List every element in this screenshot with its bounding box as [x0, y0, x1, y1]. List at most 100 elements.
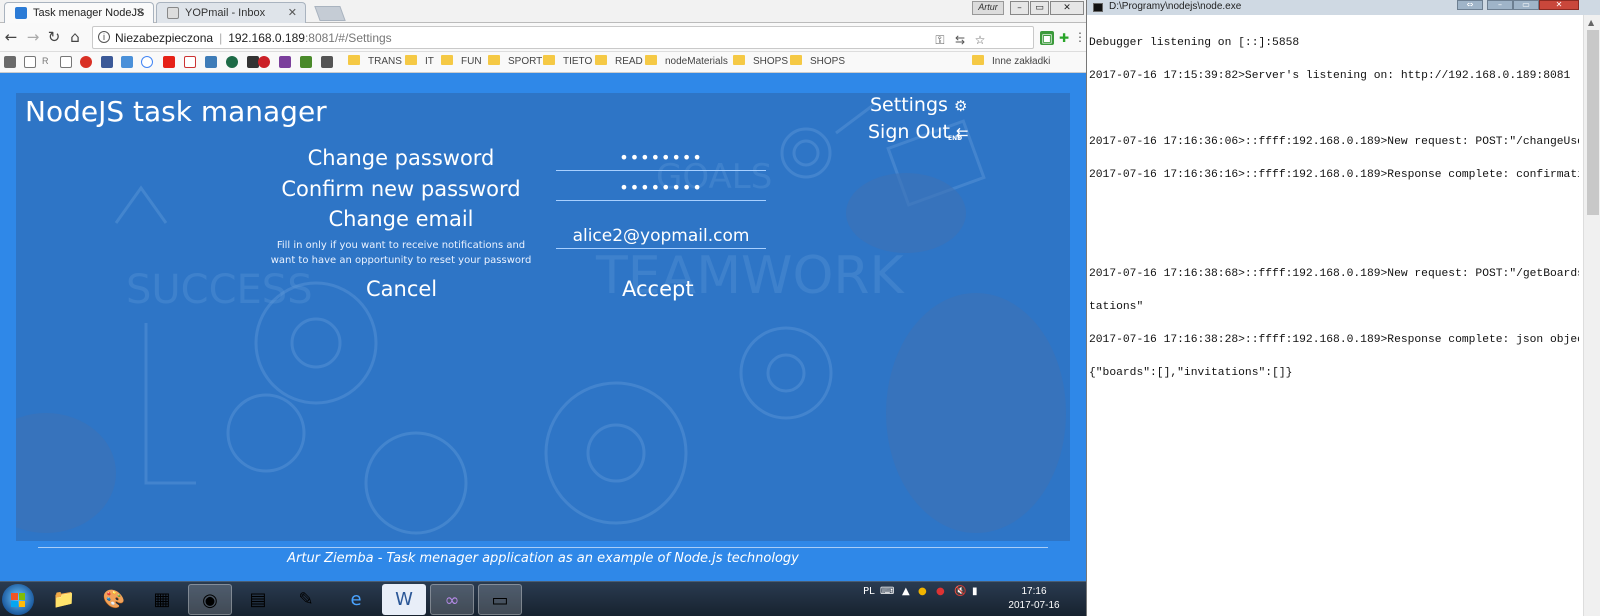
apps-icon[interactable] — [4, 56, 16, 68]
gmail-icon[interactable] — [184, 56, 196, 68]
ie-taskbar-icon[interactable]: e — [334, 584, 378, 615]
word-taskbar-icon[interactable]: W — [382, 584, 426, 615]
volume-muted-icon[interactable]: 🔇 — [954, 586, 966, 597]
scroll-up-icon[interactable]: ▲ — [1588, 18, 1594, 27]
confirm-password-label: Confirm new password — [281, 177, 521, 201]
bookmark-folder[interactable]: TRANS — [348, 55, 402, 67]
bookmark-folder[interactable]: SPORT — [488, 55, 542, 67]
folder-icon — [543, 55, 555, 65]
app-title: NodeJS task manager — [25, 95, 327, 128]
key-icon[interactable]: ⚿ — [933, 33, 947, 47]
visual-studio-taskbar-icon[interactable]: ∞ — [430, 584, 474, 615]
bus-icon[interactable] — [321, 56, 333, 68]
green-icon[interactable] — [226, 56, 238, 68]
bookmark-folder[interactable]: SHOPS — [790, 55, 845, 67]
yopmail-icon — [167, 7, 179, 19]
tab-yopmail[interactable]: YOPmail - Inbox ✕ — [156, 2, 306, 23]
extension-icon[interactable]: ▣ — [1040, 31, 1054, 45]
forward-arrow-icon[interactable]: → — [25, 28, 41, 46]
cancel-button[interactable]: Cancel — [366, 277, 437, 301]
success-word: SUCCESS — [126, 267, 313, 313]
pinterest-icon[interactable] — [258, 56, 270, 68]
start-button[interactable] — [2, 584, 34, 615]
star-icon[interactable]: ☆ — [973, 33, 987, 47]
r-icon[interactable]: R — [42, 56, 54, 68]
accept-button[interactable]: Accept — [622, 277, 694, 301]
home-icon[interactable]: ⌂ — [67, 28, 83, 46]
footer-text: Artur Ziemba - Task menager application … — [287, 551, 799, 566]
page-icon[interactable] — [60, 56, 72, 68]
settings-link[interactable]: Settings ⚙ — [870, 94, 967, 116]
bookmark-folder[interactable]: FUN — [441, 55, 482, 67]
bookmark-folder[interactable]: nodeMaterials — [645, 55, 728, 67]
console-output: Debugger listening on [::]:5858 2017-07-… — [1089, 16, 1579, 401]
tab-task-manager[interactable]: Task menager NodeJS ✕ — [4, 2, 154, 23]
change-password-field[interactable] — [556, 145, 766, 171]
close-tab-icon[interactable]: ✕ — [288, 6, 297, 19]
tab-title: Task menager NodeJS — [33, 7, 145, 19]
end-key-label: END — [948, 135, 963, 142]
change-password-label: Change password — [307, 146, 495, 170]
console-close-button[interactable]: ✕ — [1539, 0, 1579, 10]
project-taskbar-icon[interactable]: ▤ — [236, 584, 280, 615]
clock-time: 17:16 — [1021, 586, 1047, 597]
new-tab-button[interactable] — [314, 6, 346, 21]
bookmark-folder[interactable]: TIETO — [543, 55, 592, 67]
paint-taskbar-icon[interactable]: 🎨 — [92, 584, 136, 615]
youtube-icon[interactable] — [163, 56, 175, 68]
explorer-taskbar-icon[interactable]: 📁 — [42, 584, 86, 615]
email-field[interactable] — [556, 223, 766, 249]
change-email-label: Change email — [328, 207, 474, 231]
console-resize-button[interactable]: ⇔ — [1457, 0, 1483, 10]
folder-icon — [441, 55, 453, 65]
calculator-taskbar-icon[interactable]: ▦ — [140, 584, 184, 615]
close-window-button[interactable]: ✕ — [1050, 1, 1084, 15]
maximize-button[interactable]: ▭ — [1030, 1, 1049, 15]
tray-app-icon[interactable]: ● — [918, 586, 927, 597]
minimize-button[interactable]: – — [1010, 1, 1029, 15]
bookmark-folder[interactable]: IT — [405, 55, 434, 67]
translate-bm-icon[interactable] — [121, 56, 133, 68]
system-clock[interactable]: 17:16 2017-07-16 — [1004, 585, 1064, 613]
google-icon[interactable] — [141, 56, 153, 68]
onenote-icon[interactable] — [279, 56, 291, 68]
bookmark-folder[interactable]: READ — [595, 55, 643, 67]
profile-badge[interactable]: Artur — [972, 1, 1004, 15]
language-indicator[interactable]: PL — [863, 586, 875, 597]
address-bar[interactable]: i Niezabezpieczona | 192.168.0.189:8081/#/… — [92, 26, 1034, 49]
console-line: 2017-07-16 17:16:36:06>::ffff:192.168.0.… — [1089, 136, 1579, 148]
back-arrow-icon[interactable]: ← — [3, 28, 19, 46]
page-icon[interactable] — [24, 56, 36, 68]
other-bookmarks[interactable]: Inne zakładki — [972, 55, 1050, 67]
extension-2-icon[interactable]: ✚ — [1057, 31, 1071, 45]
taskbar: 📁 🎨 ▦ ◉ ▤ ✎ e W ∞ ▭ PL ⌨ ▲ ● ● 🔇 ▮ 17:16… — [0, 581, 1086, 616]
console-minimize-button[interactable]: – — [1487, 0, 1513, 10]
show-hidden-icons[interactable]: ▲ — [902, 586, 910, 597]
console-taskbar-icon[interactable]: ▭ — [478, 584, 522, 615]
folder-icon — [645, 55, 657, 65]
keyboard-icon[interactable]: ⌨ — [880, 586, 894, 597]
drive-icon[interactable] — [205, 56, 217, 68]
chrome-taskbar-icon[interactable]: ◉ — [188, 584, 232, 615]
tab-strip: Task menager NodeJS ✕ YOPmail - Inbox ✕ … — [0, 0, 1086, 23]
folder-icon — [405, 55, 417, 65]
scroll-thumb[interactable] — [1587, 30, 1599, 215]
console-scrollbar[interactable]: ▲ — [1583, 15, 1600, 616]
console-line: 2017-07-16 17:16:38:28>::ffff:192.168.0.… — [1089, 334, 1579, 346]
network-icon[interactable]: ▮ — [972, 586, 978, 597]
confirm-password-field[interactable] — [556, 175, 766, 201]
close-tab-icon[interactable]: ✕ — [136, 6, 145, 19]
opera-icon[interactable] — [80, 56, 92, 68]
reload-icon[interactable]: ↻ — [46, 28, 62, 46]
menu-icon[interactable]: ⋮ — [1073, 30, 1086, 44]
console-maximize-button[interactable]: ▭ — [1513, 0, 1539, 10]
notes-taskbar-icon[interactable]: ✎ — [284, 584, 328, 615]
translate-icon[interactable]: ⇆ — [953, 33, 967, 47]
bookmark-folder[interactable]: SHOPS — [733, 55, 788, 67]
facebook-icon[interactable] — [101, 56, 113, 68]
folder-icon — [733, 55, 745, 65]
info-icon[interactable]: i — [98, 31, 110, 43]
tray-alert-icon[interactable]: ● — [936, 586, 945, 597]
maps-icon[interactable] — [300, 56, 312, 68]
